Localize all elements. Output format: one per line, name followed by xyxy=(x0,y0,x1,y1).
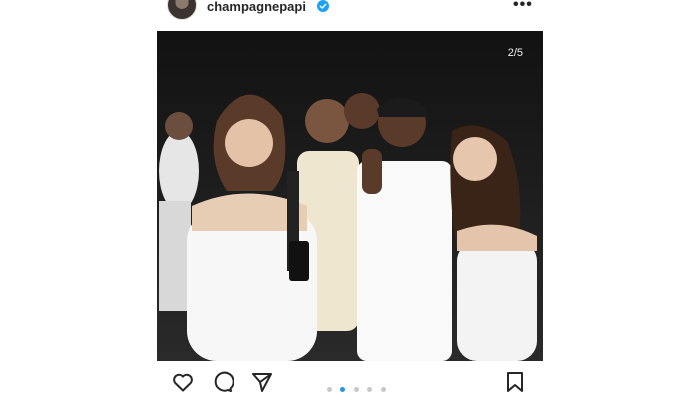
avatar[interactable] xyxy=(167,0,197,20)
slide-counter: 2/5 xyxy=(499,43,531,63)
slide-indicator xyxy=(327,379,390,392)
heart-icon[interactable] xyxy=(171,370,195,394)
more-options-icon[interactable]: ••• xyxy=(513,0,532,13)
photo-illustration xyxy=(157,31,543,361)
slide-dot xyxy=(367,387,373,392)
post-photo[interactable]: 2/5 xyxy=(157,31,543,361)
comment-icon[interactable] xyxy=(210,370,234,394)
slide-dot-active xyxy=(340,387,346,392)
send-icon[interactable] xyxy=(250,370,274,394)
slide-dot xyxy=(353,387,359,392)
post-actions xyxy=(157,366,543,396)
bookmark-icon[interactable] xyxy=(503,370,527,394)
verified-badge-icon xyxy=(317,0,329,12)
slide-dot xyxy=(327,387,332,392)
username-link[interactable]: champagnepapi xyxy=(207,0,306,14)
slide-dot xyxy=(380,387,386,392)
post-header: champagnepapi ••• xyxy=(157,0,543,20)
